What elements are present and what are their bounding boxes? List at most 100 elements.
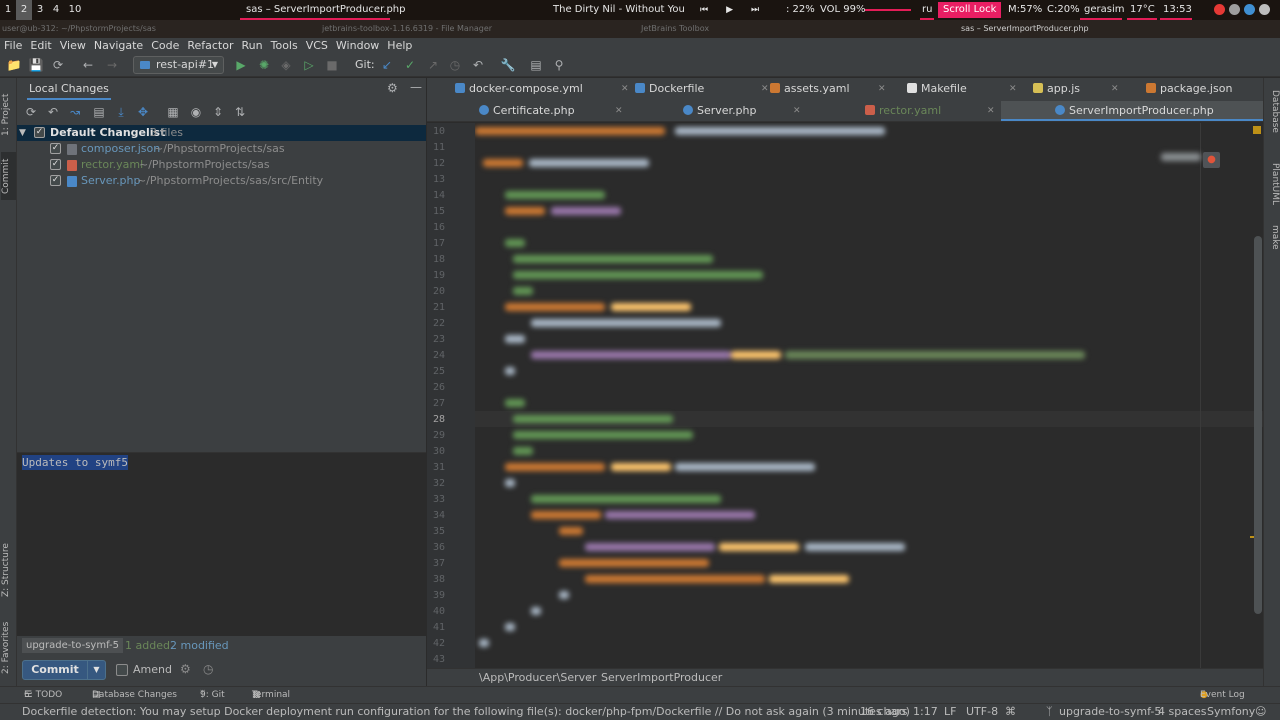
commit-options-gear-icon[interactable]: ⚙ [180, 662, 191, 676]
play-icon[interactable]: ▶ [726, 0, 733, 20]
file-encoding[interactable]: UTF-8 [966, 704, 998, 720]
show-diff-icon[interactable]: ▤ [91, 104, 107, 120]
open-folder-icon[interactable]: 📁 [6, 57, 22, 73]
window-toolbox-center[interactable]: JetBrains Toolbox [641, 20, 709, 38]
tray-network-icon[interactable] [1259, 4, 1270, 15]
tab-commit[interactable]: Commit [1, 152, 16, 200]
close-icon[interactable]: ✕ [793, 101, 801, 121]
editor-scrollbar[interactable] [1254, 236, 1262, 614]
tray-telegram-icon[interactable] [1244, 4, 1255, 15]
window-terminal[interactable]: user@ub-312: ~/PhpstormProjects/sas [2, 20, 156, 38]
breadcrumb-namespace[interactable]: \App\Producer\Server [479, 669, 596, 686]
run-configuration-select[interactable]: rest-api#1 ▼ [133, 56, 224, 74]
menu-navigate[interactable]: Navigate [90, 39, 147, 52]
tab-make[interactable]: make [1266, 222, 1280, 252]
search-icon[interactable]: ⚲ [551, 57, 567, 73]
tab-docker-compose[interactable]: docker-compose.yml ✕ [455, 79, 629, 99]
close-icon[interactable]: ✕ [615, 101, 623, 121]
changelist-checkbox[interactable]: ✓ [34, 127, 45, 138]
move-to-changelist-icon[interactable]: ↝ [67, 104, 83, 120]
code-editor[interactable] [475, 123, 1263, 668]
tray-cloud-icon[interactable] [1229, 4, 1240, 15]
view-options-icon[interactable]: ◉ [188, 104, 204, 120]
close-icon[interactable]: ✕ [1009, 79, 1017, 99]
tab-local-changes[interactable]: Local Changes [27, 82, 111, 100]
stop-icon[interactable]: ■ [324, 57, 340, 73]
tab-app-js[interactable]: app.js ✕ [1033, 79, 1119, 99]
refresh-icon[interactable]: ⟳ [23, 104, 39, 120]
line-separator[interactable]: LF [944, 704, 956, 720]
commit-check-icon[interactable]: ✓ [402, 57, 418, 73]
volume-indicator[interactable]: VOL 99% [820, 0, 866, 20]
lock-icon[interactable]: ⌘ [1005, 704, 1016, 720]
file-checkbox[interactable]: ✓ [50, 159, 61, 170]
menu-code[interactable]: Code [147, 39, 183, 52]
push-icon[interactable]: ↗ [425, 57, 441, 73]
amend-label[interactable]: Amend [133, 662, 172, 678]
branch-chip[interactable]: upgrade-to-symf-5 [22, 638, 124, 653]
sync-icon[interactable]: ⟳ [50, 57, 66, 73]
menu-file[interactable]: File [0, 39, 26, 52]
save-all-icon[interactable]: 💾 [28, 57, 44, 73]
git-branch[interactable]: upgrade-to-symf-5 [1059, 704, 1161, 720]
chevron-down-icon[interactable]: ▼ [19, 125, 26, 141]
close-icon[interactable]: ✕ [987, 101, 995, 121]
previous-track-icon[interactable]: ⏮ [700, 0, 708, 20]
profile-icon[interactable]: ▷ [301, 57, 317, 73]
tab-certificate-php[interactable]: Certificate.php ✕ [479, 101, 623, 121]
close-icon[interactable]: ✕ [1111, 79, 1119, 99]
tab-package-json[interactable]: package.json [1146, 79, 1232, 99]
commit-message-editor[interactable]: Updates to symf5 [17, 452, 426, 636]
workspace-2[interactable]: 2 [16, 0, 32, 20]
rollback-icon[interactable]: ↶ [45, 104, 61, 120]
menu-help[interactable]: Help [383, 39, 416, 52]
indent-setting[interactable]: 4 spaces [1158, 704, 1207, 720]
tab-database[interactable]: Database [1266, 84, 1280, 138]
file-checkbox[interactable]: ✓ [50, 175, 61, 186]
group-by-icon[interactable]: ▦ [165, 104, 181, 120]
expand-all-icon[interactable]: ✥ [135, 104, 151, 120]
menu-run[interactable]: Run [238, 39, 267, 52]
wrench-icon[interactable]: 🔧 [500, 57, 516, 73]
workspace-3[interactable]: 3 [32, 0, 48, 20]
window-ide[interactable]: sas – ServerImportProducer.php [961, 20, 1089, 38]
menu-edit[interactable]: Edit [26, 39, 55, 52]
menu-tools[interactable]: Tools [267, 39, 302, 52]
rollback-icon[interactable]: ↶ [470, 57, 486, 73]
tab-structure[interactable]: Z: Structure [1, 534, 16, 606]
history-icon[interactable]: ◷ [447, 57, 463, 73]
tab-rector-yaml[interactable]: rector.yaml ✕ [865, 101, 995, 121]
commit-history-icon[interactable]: ◷ [203, 662, 213, 676]
window-toolbox[interactable]: jetbrains-toolbox-1.16.6319 - File Manag… [322, 20, 492, 38]
menu-view[interactable]: View [56, 39, 90, 52]
breadcrumb-class[interactable]: ServerImportProducer [601, 669, 722, 686]
workspace-1[interactable]: 1 [0, 0, 16, 20]
tab-makefile[interactable]: Makefile ✕ [907, 79, 1017, 99]
framework-indicator[interactable]: Symfony [1207, 704, 1255, 720]
tab-favorites[interactable]: 2: Favorites [1, 614, 16, 682]
inspector-icon[interactable]: ☺ [1255, 704, 1266, 720]
gear-icon[interactable]: ⚙ [387, 81, 398, 95]
forward-icon[interactable]: → [104, 57, 120, 73]
coverage-icon[interactable]: ◈ [278, 57, 294, 73]
tab-plantuml[interactable]: PlantUML [1266, 154, 1280, 214]
commit-options-dropdown[interactable]: ▼ [87, 660, 106, 680]
debug-icon[interactable]: ✺ [256, 57, 272, 73]
menu-refactor[interactable]: Refactor [183, 39, 237, 52]
close-icon[interactable]: ✕ [761, 79, 769, 99]
commit-button[interactable]: Commit [22, 660, 88, 680]
project-structure-icon[interactable]: ▤ [528, 57, 544, 73]
file-row[interactable]: ✓ rector.yaml ~/PhpstormProjects/sas [17, 157, 426, 173]
warning-marker-icon[interactable] [1253, 126, 1261, 134]
file-row[interactable]: ✓ Server.php ~/PhpstormProjects/sas/src/… [17, 173, 426, 189]
back-icon[interactable]: ← [80, 57, 96, 73]
tab-server-import-producer[interactable]: ServerImportProducer.php [1001, 101, 1263, 121]
menu-window[interactable]: Window [332, 39, 383, 52]
tab-assets-yaml[interactable]: assets.yaml ✕ [770, 79, 886, 99]
workspace-10[interactable]: 10 [64, 0, 86, 20]
changelist-row[interactable]: ▼ ✓ Default Changelist 3 files [17, 125, 426, 141]
file-row[interactable]: ✓ composer.json ~/PhpstormProjects/sas [17, 141, 426, 157]
notification-icon[interactable]: ● [1203, 152, 1220, 168]
tab-server-php[interactable]: Server.php ✕ [683, 101, 801, 121]
run-icon[interactable]: ▶ [233, 57, 249, 73]
